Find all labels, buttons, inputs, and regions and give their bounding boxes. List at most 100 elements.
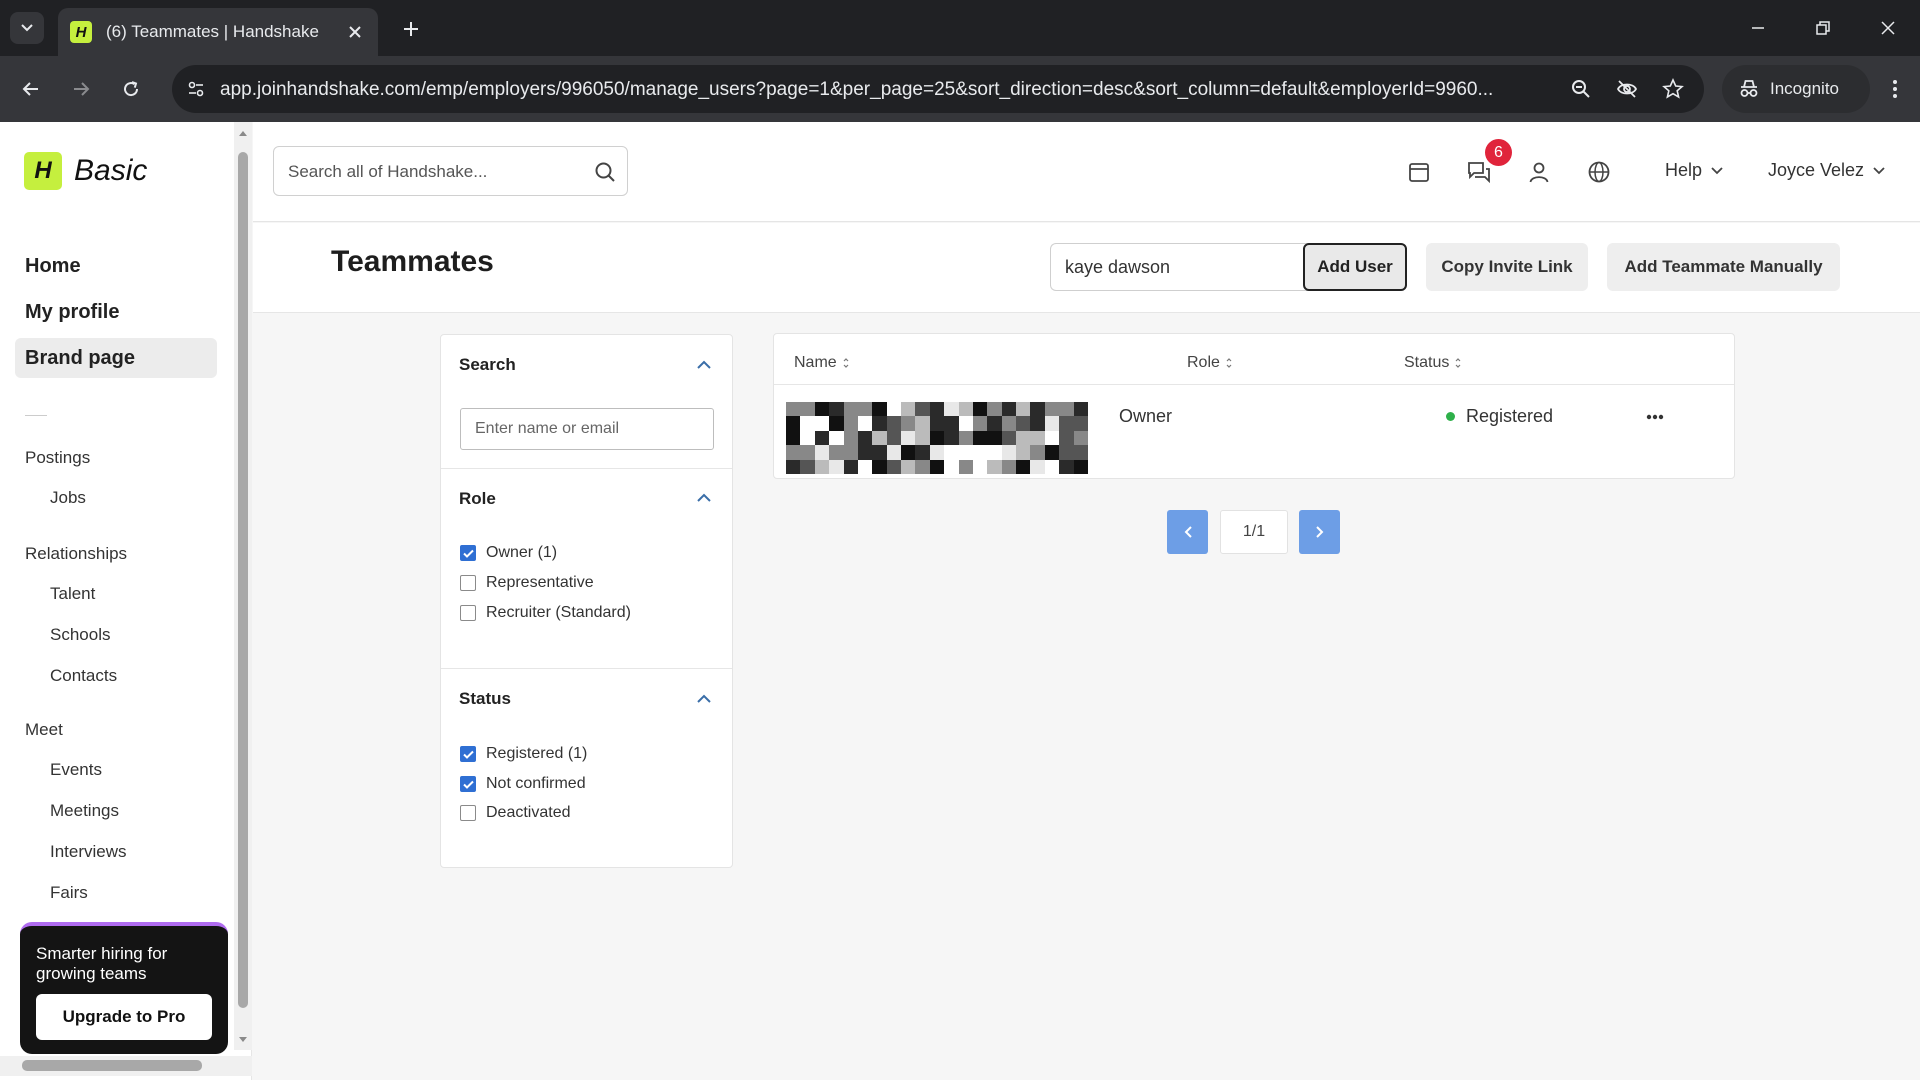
forward-button[interactable] bbox=[64, 72, 98, 106]
checkbox[interactable] bbox=[460, 545, 476, 561]
sidebar-item-home[interactable]: Home bbox=[15, 246, 217, 286]
role-option-owner[interactable]: Owner (1) bbox=[460, 544, 557, 562]
sidebar-horizontal-scrollbar[interactable] bbox=[0, 1056, 252, 1076]
pixel-block bbox=[901, 459, 916, 474]
incognito-indicator[interactable]: Incognito bbox=[1722, 65, 1870, 113]
checkbox[interactable] bbox=[460, 605, 476, 621]
tab-close-button[interactable] bbox=[344, 21, 366, 43]
incognito-label: Incognito bbox=[1770, 79, 1839, 98]
help-menu[interactable]: Help bbox=[1665, 160, 1724, 181]
checkbox-label: Representative bbox=[486, 574, 594, 591]
pixel-block bbox=[1073, 430, 1088, 446]
next-page-button[interactable] bbox=[1299, 510, 1340, 554]
add-teammate-manually-button[interactable]: Add Teammate Manually bbox=[1607, 243, 1840, 291]
collapse-role-button[interactable] bbox=[693, 487, 715, 509]
browser-tab-active[interactable]: H (6) Teammates | Handshake bbox=[58, 8, 378, 56]
pixel-block bbox=[972, 430, 988, 446]
sidebar-item-fairs[interactable]: Fairs bbox=[50, 883, 88, 903]
top-header: 6 Help Joyce Velez bbox=[253, 122, 1920, 222]
role-option-recruiter[interactable]: Recruiter (Standard) bbox=[460, 604, 631, 622]
previous-page-button[interactable] bbox=[1167, 510, 1208, 554]
chevron-down-icon bbox=[1873, 167, 1885, 175]
url-text: app.joinhandshake.com/emp/employers/9960… bbox=[220, 79, 1494, 100]
global-search-input[interactable] bbox=[288, 159, 578, 185]
bookmark-button[interactable] bbox=[1660, 76, 1686, 102]
pixel-block bbox=[800, 430, 815, 446]
add-user-input[interactable] bbox=[1050, 243, 1310, 291]
checkbox[interactable] bbox=[460, 575, 476, 591]
minimize-button[interactable] bbox=[1738, 12, 1778, 44]
plus-icon bbox=[404, 22, 418, 36]
scroll-up-arrow[interactable] bbox=[237, 128, 249, 138]
checkbox-label: Registered (1) bbox=[486, 745, 588, 762]
pixel-block bbox=[843, 445, 858, 460]
user-menu[interactable]: Joyce Velez bbox=[1768, 160, 1886, 181]
pixel-block bbox=[1044, 445, 1060, 460]
collapse-status-button[interactable] bbox=[693, 688, 715, 710]
pixel-block bbox=[958, 402, 973, 417]
sidebar-item-talent[interactable]: Talent bbox=[50, 584, 95, 604]
pixel-block bbox=[972, 445, 988, 460]
pixel-block bbox=[929, 445, 945, 460]
copy-invite-link-button[interactable]: Copy Invite Link bbox=[1426, 243, 1588, 291]
filter-panel: Search Role Owner (1) Representative Rec… bbox=[440, 334, 733, 868]
tracking-protection-button[interactable] bbox=[1614, 76, 1640, 102]
column-header-status[interactable]: Status bbox=[1404, 354, 1461, 372]
sidebar-item-interviews[interactable]: Interviews bbox=[50, 842, 127, 862]
zoom-button[interactable] bbox=[1568, 76, 1594, 102]
sidebar-item-contacts[interactable]: Contacts bbox=[50, 666, 117, 686]
checkbox[interactable] bbox=[460, 776, 476, 792]
sidebar-item-schools[interactable]: Schools bbox=[50, 625, 110, 645]
pixel-block bbox=[1073, 402, 1088, 417]
browser-tab-strip: H (6) Teammates | Handshake bbox=[0, 0, 1920, 56]
new-tab-button[interactable] bbox=[396, 14, 426, 44]
scrollbar-thumb[interactable] bbox=[22, 1060, 202, 1071]
restore-button[interactable] bbox=[1803, 12, 1843, 44]
sidebar-item-jobs[interactable]: Jobs bbox=[50, 488, 86, 508]
scroll-down-arrow[interactable] bbox=[237, 1034, 249, 1044]
pixel-block bbox=[857, 445, 873, 460]
upgrade-promo-card: Smarter hiring for growing teams Upgrade… bbox=[20, 922, 228, 1054]
handshake-logo[interactable]: H Basic bbox=[24, 152, 147, 190]
role-option-representative[interactable]: Representative bbox=[460, 574, 594, 592]
scrollbar-thumb[interactable] bbox=[238, 152, 248, 1008]
sidebar-item-meetings[interactable]: Meetings bbox=[50, 801, 119, 821]
search-icon[interactable] bbox=[592, 159, 618, 185]
add-user-button[interactable]: Add User bbox=[1303, 243, 1407, 291]
collapse-search-button[interactable] bbox=[693, 354, 715, 376]
pixel-block bbox=[829, 416, 844, 431]
filter-name-email-input[interactable] bbox=[460, 408, 714, 450]
tab-search-button[interactable] bbox=[10, 12, 44, 44]
checkbox[interactable] bbox=[460, 746, 476, 762]
sidebar-item-events[interactable]: Events bbox=[50, 760, 102, 780]
column-header-role[interactable]: Role bbox=[1187, 354, 1232, 372]
globe-icon[interactable] bbox=[1583, 156, 1615, 188]
row-actions-button[interactable] bbox=[1640, 402, 1670, 432]
site-info-button[interactable] bbox=[182, 75, 210, 103]
sidebar-item-brand-page[interactable]: Brand page bbox=[15, 338, 217, 378]
pixel-block bbox=[901, 430, 916, 446]
pixel-block bbox=[800, 416, 815, 431]
pixel-block bbox=[872, 402, 887, 417]
global-search[interactable] bbox=[273, 146, 628, 196]
pixel-block bbox=[814, 445, 830, 460]
back-button[interactable] bbox=[14, 72, 48, 106]
status-option-registered[interactable]: Registered (1) bbox=[460, 745, 587, 763]
pixel-block bbox=[886, 416, 902, 431]
upgrade-to-pro-button[interactable]: Upgrade to Pro bbox=[36, 994, 212, 1040]
address-bar[interactable]: app.joinhandshake.com/emp/employers/9960… bbox=[172, 65, 1704, 113]
pixel-block bbox=[857, 402, 873, 417]
sidebar-item-my-profile[interactable]: My profile bbox=[15, 292, 217, 332]
status-option-deactivated[interactable]: Deactivated bbox=[460, 804, 571, 822]
user-icon[interactable] bbox=[1523, 156, 1555, 188]
pixel-block bbox=[1059, 459, 1074, 474]
reload-button[interactable] bbox=[114, 72, 148, 106]
status-option-not-confirmed[interactable]: Not confirmed bbox=[460, 775, 586, 793]
browser-menu-button[interactable] bbox=[1878, 72, 1912, 106]
column-header-name[interactable]: Name bbox=[794, 354, 849, 372]
calendar-icon[interactable] bbox=[1403, 156, 1435, 188]
checkbox[interactable] bbox=[460, 805, 476, 821]
close-window-button[interactable] bbox=[1868, 12, 1908, 44]
sidebar-scrollbar[interactable] bbox=[234, 122, 252, 1050]
column-label: Status bbox=[1404, 354, 1450, 371]
